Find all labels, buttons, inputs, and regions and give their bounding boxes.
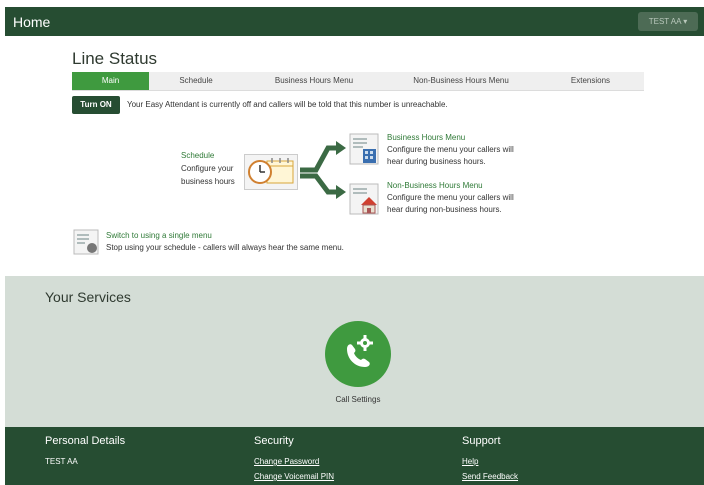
footer-security: Security Change Password Change Voicemai…	[254, 435, 334, 484]
footer-security-title: Security	[254, 435, 294, 447]
footer-support: Support Help Send Feedback	[462, 435, 518, 484]
footer-user-name: TEST AA	[45, 457, 78, 466]
tab-bar: Main Schedule Business Hours Menu Non-Bu…	[72, 72, 644, 91]
change-voicemail-pin-link[interactable]: Change Voicemail PIN	[254, 469, 334, 484]
schedule-clock-icon[interactable]	[244, 154, 298, 190]
business-hours-desc-1: Configure the menu your callers will	[387, 145, 514, 154]
tab-business-hours-menu[interactable]: Business Hours Menu	[243, 72, 385, 90]
business-hours-building-icon[interactable]	[349, 133, 379, 165]
tab-non-business-hours-menu[interactable]: Non-Business Hours Menu	[385, 72, 537, 90]
schedule-block: Schedule Configure your business hours	[181, 149, 235, 188]
tab-schedule[interactable]: Schedule	[149, 72, 243, 90]
help-link[interactable]: Help	[462, 454, 518, 469]
single-menu-icon[interactable]	[73, 229, 99, 255]
footer: Personal Details TEST AA Security Change…	[5, 427, 704, 485]
phone-gear-icon	[347, 335, 373, 367]
schedule-link[interactable]: Schedule	[181, 149, 235, 162]
user-menu-button[interactable]: TEST AA ▾	[638, 12, 698, 31]
single-menu-desc: Stop using your schedule - callers will …	[106, 243, 344, 252]
turn-on-button[interactable]: Turn ON	[72, 96, 120, 114]
send-feedback-link[interactable]: Send Feedback	[462, 469, 518, 484]
non-business-hours-desc-1: Configure the menu your callers will	[387, 193, 514, 202]
business-hours-desc-2: hear during business hours.	[387, 157, 486, 166]
footer-personal-title: Personal Details	[45, 435, 126, 447]
footer-support-title: Support	[462, 435, 501, 447]
tab-extensions[interactable]: Extensions	[537, 72, 644, 90]
home-link[interactable]: Home	[13, 14, 50, 30]
single-menu-link[interactable]: Switch to using a single menu	[106, 230, 344, 242]
business-hours-menu-link[interactable]: Business Hours Menu	[387, 132, 514, 144]
non-business-hours-menu-link[interactable]: Non-Business Hours Menu	[387, 180, 514, 192]
change-password-link[interactable]: Change Password	[254, 454, 334, 469]
non-business-hours-block: Non-Business Hours Menu Configure the me…	[387, 180, 514, 216]
call-settings-label[interactable]: Call Settings	[325, 395, 391, 404]
branch-arrows-icon	[300, 141, 346, 199]
non-business-hours-desc-2: hear during non-business hours.	[387, 205, 502, 214]
page-title: Line Status	[72, 49, 158, 68]
business-hours-block: Business Hours Menu Configure the menu y…	[387, 132, 514, 168]
footer-personal: Personal Details TEST AA	[45, 435, 125, 469]
call-settings-button[interactable]	[325, 321, 391, 387]
single-menu-block: Switch to using a single menu Stop using…	[106, 230, 344, 254]
schedule-desc-1: Configure your	[181, 164, 234, 173]
services-section: Your Services Call Settings	[5, 276, 704, 427]
tab-main[interactable]: Main	[72, 72, 149, 90]
non-business-hours-house-icon[interactable]	[349, 183, 379, 215]
top-bar: Home TEST AA ▾	[5, 7, 704, 36]
status-message: Your Easy Attendant is currently off and…	[127, 100, 448, 109]
services-title: Your Services	[45, 289, 131, 305]
schedule-desc-2: business hours	[181, 177, 235, 186]
